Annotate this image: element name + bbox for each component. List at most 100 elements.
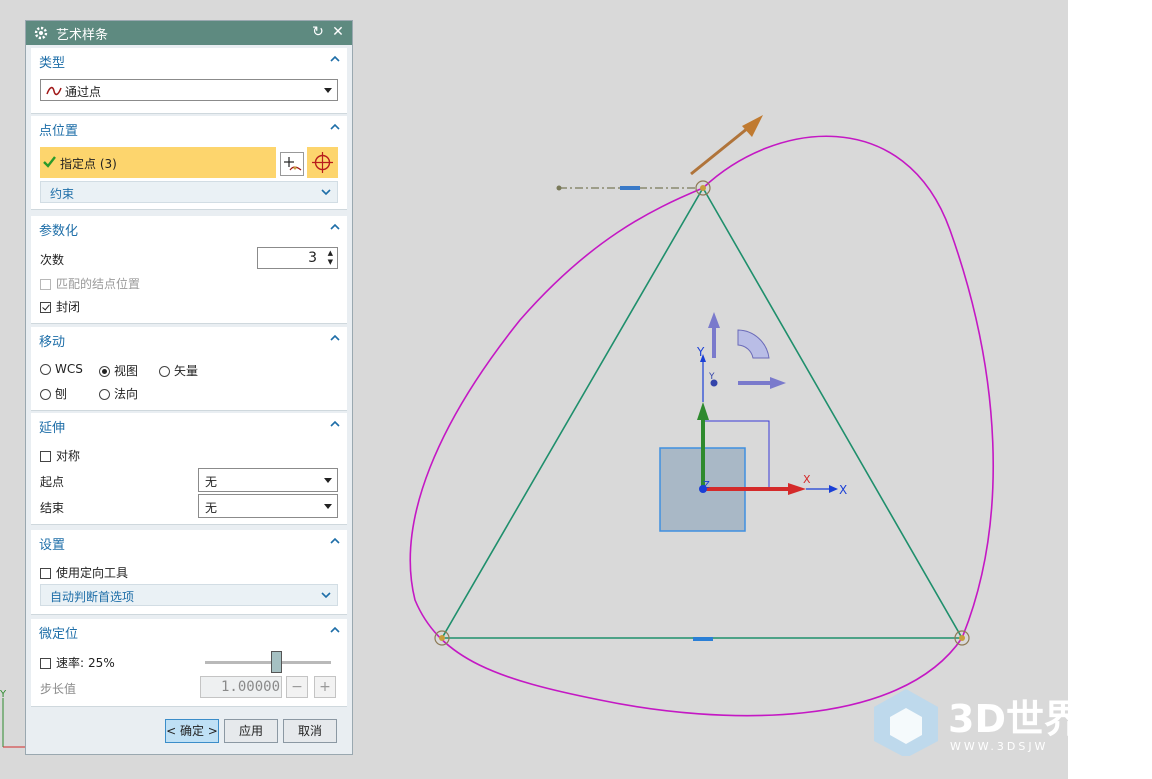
point-snap-button[interactable] xyxy=(307,147,338,178)
move-option-normal-label: 法向 xyxy=(114,387,139,401)
symmetric-checkbox[interactable] xyxy=(40,451,51,462)
auto-infer-subsection[interactable]: 自动判断首选项 xyxy=(40,584,338,606)
axis-label-z: Z xyxy=(703,480,710,491)
section-extension-header[interactable]: 延伸 xyxy=(31,413,347,437)
closed-checkbox[interactable] xyxy=(40,302,51,313)
check-icon xyxy=(43,156,56,168)
watermark-url: WWW.3DSJW xyxy=(950,740,1048,753)
rate-checkbox[interactable] xyxy=(40,658,51,669)
rate-slider-thumb[interactable] xyxy=(271,651,282,673)
end-dropdown-value: 无 xyxy=(205,501,218,515)
specify-point-row[interactable]: 指定点 (3) xyxy=(40,147,276,178)
gear-icon[interactable] xyxy=(34,26,48,40)
match-knots-checkbox xyxy=(40,279,51,290)
move-option-wcs[interactable]: WCS xyxy=(40,362,83,376)
step-value: 1.00000 xyxy=(221,679,281,695)
start-label: 起点 xyxy=(40,475,65,489)
expand-icon[interactable] xyxy=(321,187,331,197)
ok-button[interactable]: < 确定 > xyxy=(165,719,219,743)
use-orient-tool-checkbox[interactable] xyxy=(40,568,51,579)
collapse-icon[interactable] xyxy=(330,333,340,343)
axis-label-x: X xyxy=(839,483,847,497)
degree-spinner[interactable]: 3 ▲ ▼ xyxy=(257,247,338,269)
type-dropdown[interactable]: 通过点 xyxy=(40,79,338,101)
degree-label: 次数 xyxy=(40,253,65,267)
reset-icon[interactable]: ↻ xyxy=(310,24,326,40)
use-orient-tool-label: 使用定向工具 xyxy=(56,566,129,580)
move-option-vector[interactable]: 矢量 xyxy=(159,362,198,379)
collapse-icon[interactable] xyxy=(330,536,340,546)
section-move: 移动 WCS 视图 矢量 刨 法向 xyxy=(31,327,347,411)
section-move-title: 移动 xyxy=(39,335,66,350)
rate-option[interactable]: 速率: 25% xyxy=(40,654,115,671)
spinner-arrows-icon[interactable]: ▲ ▼ xyxy=(328,249,333,267)
expand-icon[interactable] xyxy=(321,590,331,600)
start-dropdown[interactable]: 无 xyxy=(198,468,338,492)
section-parameterization-header[interactable]: 参数化 xyxy=(31,216,347,240)
radio-vector[interactable] xyxy=(159,366,170,377)
control-point-top[interactable] xyxy=(695,180,711,196)
corner-axis-y: Y xyxy=(0,689,7,700)
move-option-wcs-label: WCS xyxy=(55,362,83,376)
move-option-view[interactable]: 视图 xyxy=(99,362,138,379)
move-option-vector-label: 矢量 xyxy=(174,364,199,378)
step-minus-button[interactable]: − xyxy=(286,676,308,698)
add-point-icon xyxy=(284,157,302,171)
close-icon[interactable]: ✕ xyxy=(330,24,346,40)
point-snap-icon xyxy=(312,152,333,173)
add-point-button[interactable] xyxy=(280,152,304,176)
radio-plane[interactable] xyxy=(40,389,51,400)
cancel-button[interactable]: 取消 xyxy=(283,719,337,743)
tangent-direction-arrow[interactable] xyxy=(690,115,763,176)
collapse-icon[interactable] xyxy=(330,222,340,232)
constraints-label: 约束 xyxy=(50,187,75,201)
apply-button[interactable]: 应用 xyxy=(224,719,278,743)
tangent-handle[interactable] xyxy=(556,185,697,191)
match-knots-option: 匹配的结点位置 xyxy=(40,275,140,292)
end-label: 结束 xyxy=(40,501,65,515)
step-plus-button[interactable]: + xyxy=(314,676,336,698)
section-extension: 延伸 对称 起点 无 结束 无 xyxy=(31,413,347,525)
constraints-subsection[interactable]: 约束 xyxy=(40,181,338,203)
chevron-down-icon xyxy=(324,504,332,509)
collapse-icon[interactable] xyxy=(330,122,340,132)
move-option-view-label: 视图 xyxy=(114,364,139,378)
move-option-plane[interactable]: 刨 xyxy=(40,385,67,402)
watermark-title: 3D世界 xyxy=(948,697,1068,741)
section-point-position-header[interactable]: 点位置 xyxy=(31,116,347,140)
collapse-icon[interactable] xyxy=(330,625,340,635)
section-parameterization-title: 参数化 xyxy=(39,224,79,239)
midpoint-marker[interactable] xyxy=(693,637,713,641)
section-settings: 设置 使用定向工具 自动判断首选项 xyxy=(31,530,347,615)
dialog-titlebar[interactable]: 艺术样条 ↻ ✕ xyxy=(26,21,352,45)
section-settings-header[interactable]: 设置 xyxy=(31,530,347,554)
spline-icon xyxy=(46,86,62,96)
closed-label: 封闭 xyxy=(56,300,81,314)
section-type-title: 类型 xyxy=(39,56,66,71)
axis-label-y-small: Y xyxy=(708,372,715,382)
section-fine-position-header[interactable]: 微定位 xyxy=(31,619,347,643)
dynamic-manipulator[interactable]: Y X X Z Y xyxy=(659,312,847,532)
auto-infer-label: 自动判断首选项 xyxy=(50,590,135,604)
section-move-header[interactable]: 移动 xyxy=(31,327,347,351)
radio-wcs[interactable] xyxy=(40,364,51,375)
dialog-title: 艺术样条 xyxy=(56,27,109,43)
radio-normal[interactable] xyxy=(99,389,110,400)
step-label: 步长值 xyxy=(40,682,77,696)
closed-option[interactable]: 封闭 xyxy=(40,298,80,315)
symmetric-option[interactable]: 对称 xyxy=(40,447,80,464)
match-knots-label: 匹配的结点位置 xyxy=(56,277,141,291)
step-value-field[interactable]: 1.00000 xyxy=(200,676,282,698)
end-dropdown[interactable]: 无 xyxy=(198,494,338,518)
degree-value: 3 xyxy=(308,250,317,266)
radio-view[interactable] xyxy=(99,366,110,377)
section-extension-title: 延伸 xyxy=(39,421,66,436)
collapse-icon[interactable] xyxy=(330,54,340,64)
section-type-header[interactable]: 类型 xyxy=(31,48,347,72)
rate-slider-track[interactable] xyxy=(205,661,331,664)
section-point-position: 点位置 指定点 (3) 约束 xyxy=(31,116,347,210)
axis-label-x-small: X xyxy=(803,473,811,486)
move-option-normal[interactable]: 法向 xyxy=(99,385,138,402)
collapse-icon[interactable] xyxy=(330,419,340,429)
use-orient-tool-option[interactable]: 使用定向工具 xyxy=(40,564,128,581)
